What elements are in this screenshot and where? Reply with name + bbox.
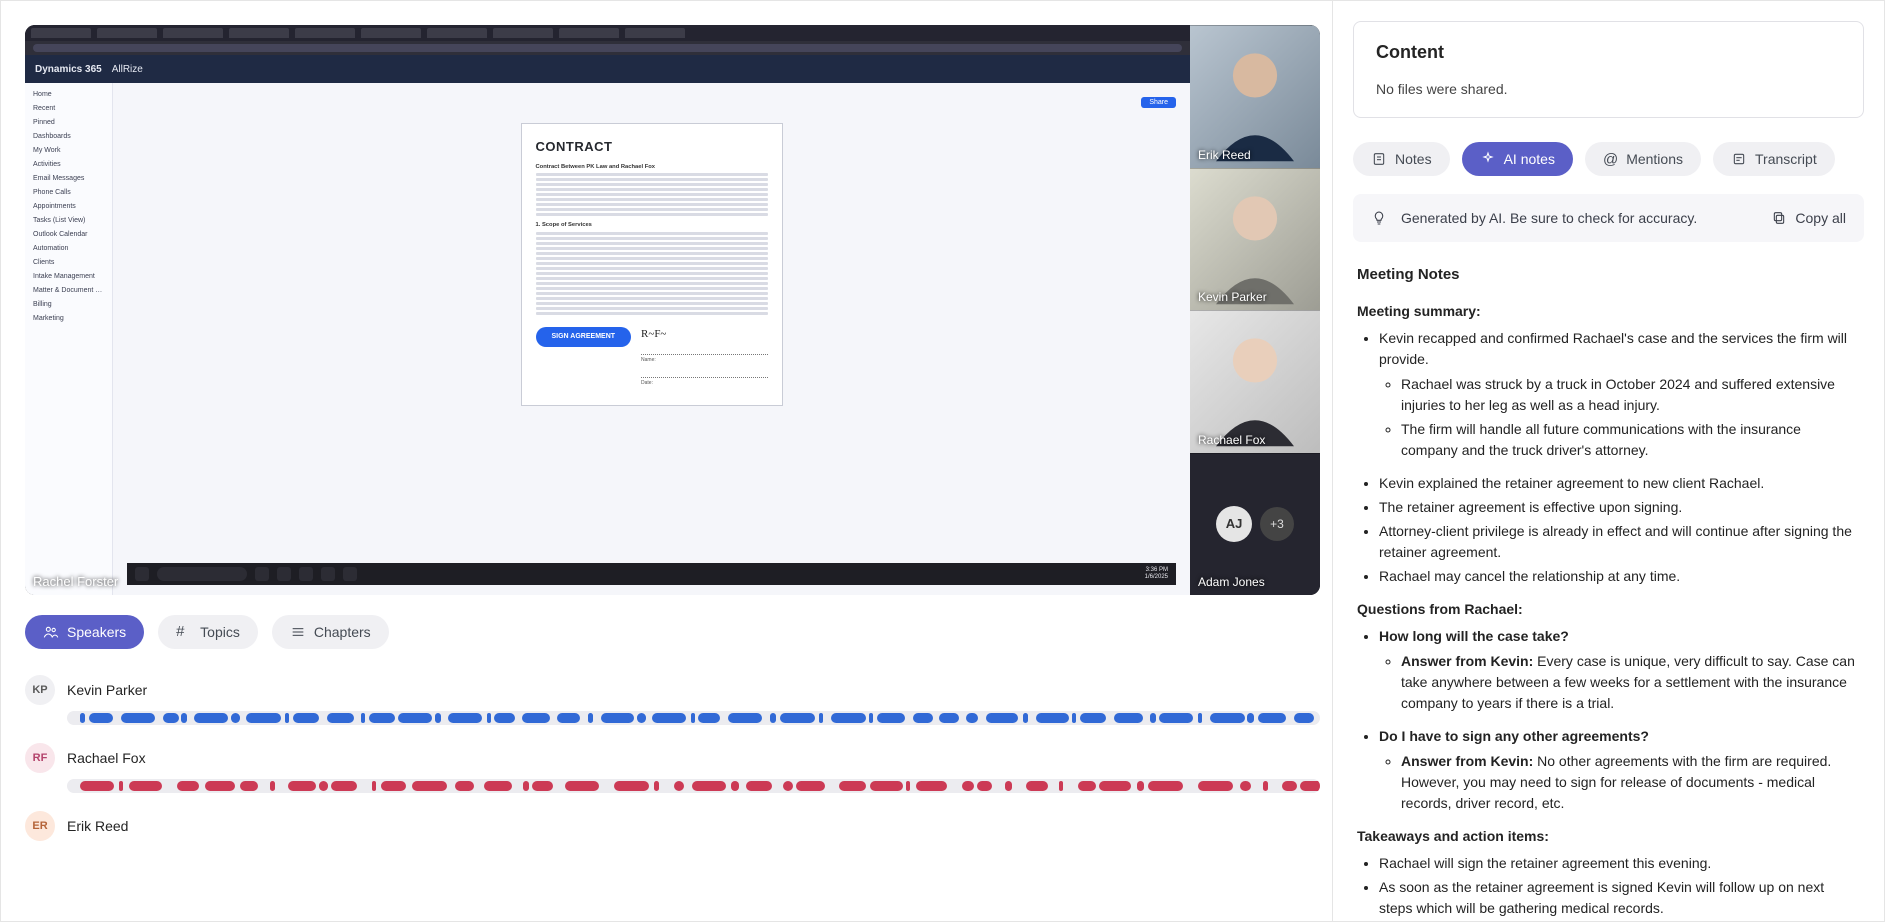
people-icon bbox=[43, 624, 59, 640]
topics-tab[interactable]: # Topics bbox=[158, 615, 258, 649]
sign-agreement-button[interactable]: SIGN AGREEMENT bbox=[536, 327, 632, 346]
speaker-name: Erik Reed bbox=[67, 818, 128, 834]
speaker-name: Kevin Parker bbox=[67, 682, 147, 698]
summary-heading: Meeting summary: bbox=[1357, 301, 1856, 322]
overflow-count[interactable]: +3 bbox=[1260, 507, 1294, 541]
content-heading: Content bbox=[1376, 42, 1841, 63]
d365-share-button[interactable]: Share bbox=[1141, 97, 1176, 108]
contract-document: CONTRACT Contract Between PK Law and Rac… bbox=[521, 123, 783, 406]
speaker-timeline: KP Kevin Parker RF Rachael Fox ER Erik R… bbox=[25, 675, 1320, 841]
d365-sidebar: HomeRecentPinnedDashboardsMy WorkActivit… bbox=[25, 83, 113, 595]
participant-thumbnails: Erik Reed Kevin Parker Rachael Fox AJ +3… bbox=[1190, 25, 1320, 595]
speaker-row: KP Kevin Parker bbox=[25, 675, 1320, 725]
bulb-icon bbox=[1371, 210, 1387, 226]
presenter-label: Rachel Forster bbox=[33, 574, 118, 589]
speaker-track[interactable] bbox=[67, 779, 1320, 793]
participant-thumb-overflow[interactable]: AJ +3 Adam Jones bbox=[1190, 453, 1320, 596]
speaker-name: Rachael Fox bbox=[67, 750, 146, 766]
tab-ai-notes[interactable]: AI notes bbox=[1462, 142, 1573, 176]
view-switcher: Speakers # Topics Chapters bbox=[25, 615, 1320, 649]
list-icon bbox=[290, 624, 306, 640]
notes-tabs: Notes AI notes @ Mentions Transcript bbox=[1353, 142, 1864, 176]
list-item: Kevin recapped and confirmed Rachael's c… bbox=[1379, 328, 1856, 461]
d365-brand: Dynamics 365 bbox=[35, 64, 102, 75]
copy-icon bbox=[1771, 210, 1787, 226]
speaker-row: ER Erik Reed bbox=[25, 811, 1320, 841]
list-item: The firm will handle all future communic… bbox=[1401, 419, 1856, 461]
list-item: Attorney-client privilege is already in … bbox=[1379, 521, 1856, 563]
avatar: AJ bbox=[1216, 506, 1252, 542]
speaker-track[interactable] bbox=[67, 711, 1320, 725]
questions-heading: Questions from Rachael: bbox=[1357, 599, 1856, 620]
tab-notes[interactable]: Notes bbox=[1353, 142, 1450, 176]
windows-taskbar: 3:36 PM1/6/2025 bbox=[127, 563, 1176, 585]
hash-icon: # bbox=[176, 624, 192, 640]
participant-thumb[interactable]: Erik Reed bbox=[1190, 25, 1320, 168]
list-item: Kevin explained the retainer agreement t… bbox=[1379, 473, 1856, 494]
shared-app-window: Dynamics 365 AllRize HomeRecentPinnedDas… bbox=[25, 25, 1190, 595]
list-item: Rachael may cancel the relationship at a… bbox=[1379, 566, 1856, 587]
participant-thumb[interactable]: Rachael Fox bbox=[1190, 310, 1320, 453]
ai-disclaimer-text: Generated by AI. Be sure to check for ac… bbox=[1401, 210, 1697, 226]
list-item: Rachael was struck by a truck in October… bbox=[1401, 374, 1856, 416]
avatar: KP bbox=[25, 675, 55, 705]
transcript-icon bbox=[1731, 151, 1747, 167]
tab-transcript[interactable]: Transcript bbox=[1713, 142, 1835, 176]
contract-title: CONTRACT bbox=[536, 138, 768, 156]
at-icon: @ bbox=[1603, 152, 1618, 167]
d365-app: AllRize bbox=[112, 64, 143, 75]
avatar: ER bbox=[25, 811, 55, 841]
speakers-tab[interactable]: Speakers bbox=[25, 615, 144, 649]
list-item: Rachael will sign the retainer agreement… bbox=[1379, 853, 1856, 874]
list-item: As soon as the retainer agreement is sig… bbox=[1379, 877, 1856, 919]
speaker-row: RF Rachael Fox bbox=[25, 743, 1320, 793]
sparkle-icon bbox=[1480, 151, 1496, 167]
shared-screen: Dynamics 365 AllRize HomeRecentPinnedDas… bbox=[25, 25, 1190, 595]
ai-notes-body: Meeting Notes Meeting summary: Kevin rec… bbox=[1333, 242, 1884, 921]
takeaways-heading: Takeaways and action items: bbox=[1357, 826, 1856, 847]
tab-mentions[interactable]: @ Mentions bbox=[1585, 142, 1701, 176]
avatar: RF bbox=[25, 743, 55, 773]
chapters-tab[interactable]: Chapters bbox=[272, 615, 389, 649]
ai-disclaimer-banner: Generated by AI. Be sure to check for ac… bbox=[1353, 194, 1864, 242]
notes-title: Meeting Notes bbox=[1357, 264, 1856, 287]
participant-thumb[interactable]: Kevin Parker bbox=[1190, 168, 1320, 311]
copy-all-button[interactable]: Copy all bbox=[1771, 210, 1846, 226]
note-icon bbox=[1371, 151, 1387, 167]
content-card: Content No files were shared. bbox=[1353, 21, 1864, 118]
content-empty-text: No files were shared. bbox=[1376, 81, 1841, 97]
meeting-stage: Dynamics 365 AllRize HomeRecentPinnedDas… bbox=[25, 25, 1320, 595]
list-item: The retainer agreement is effective upon… bbox=[1379, 497, 1856, 518]
